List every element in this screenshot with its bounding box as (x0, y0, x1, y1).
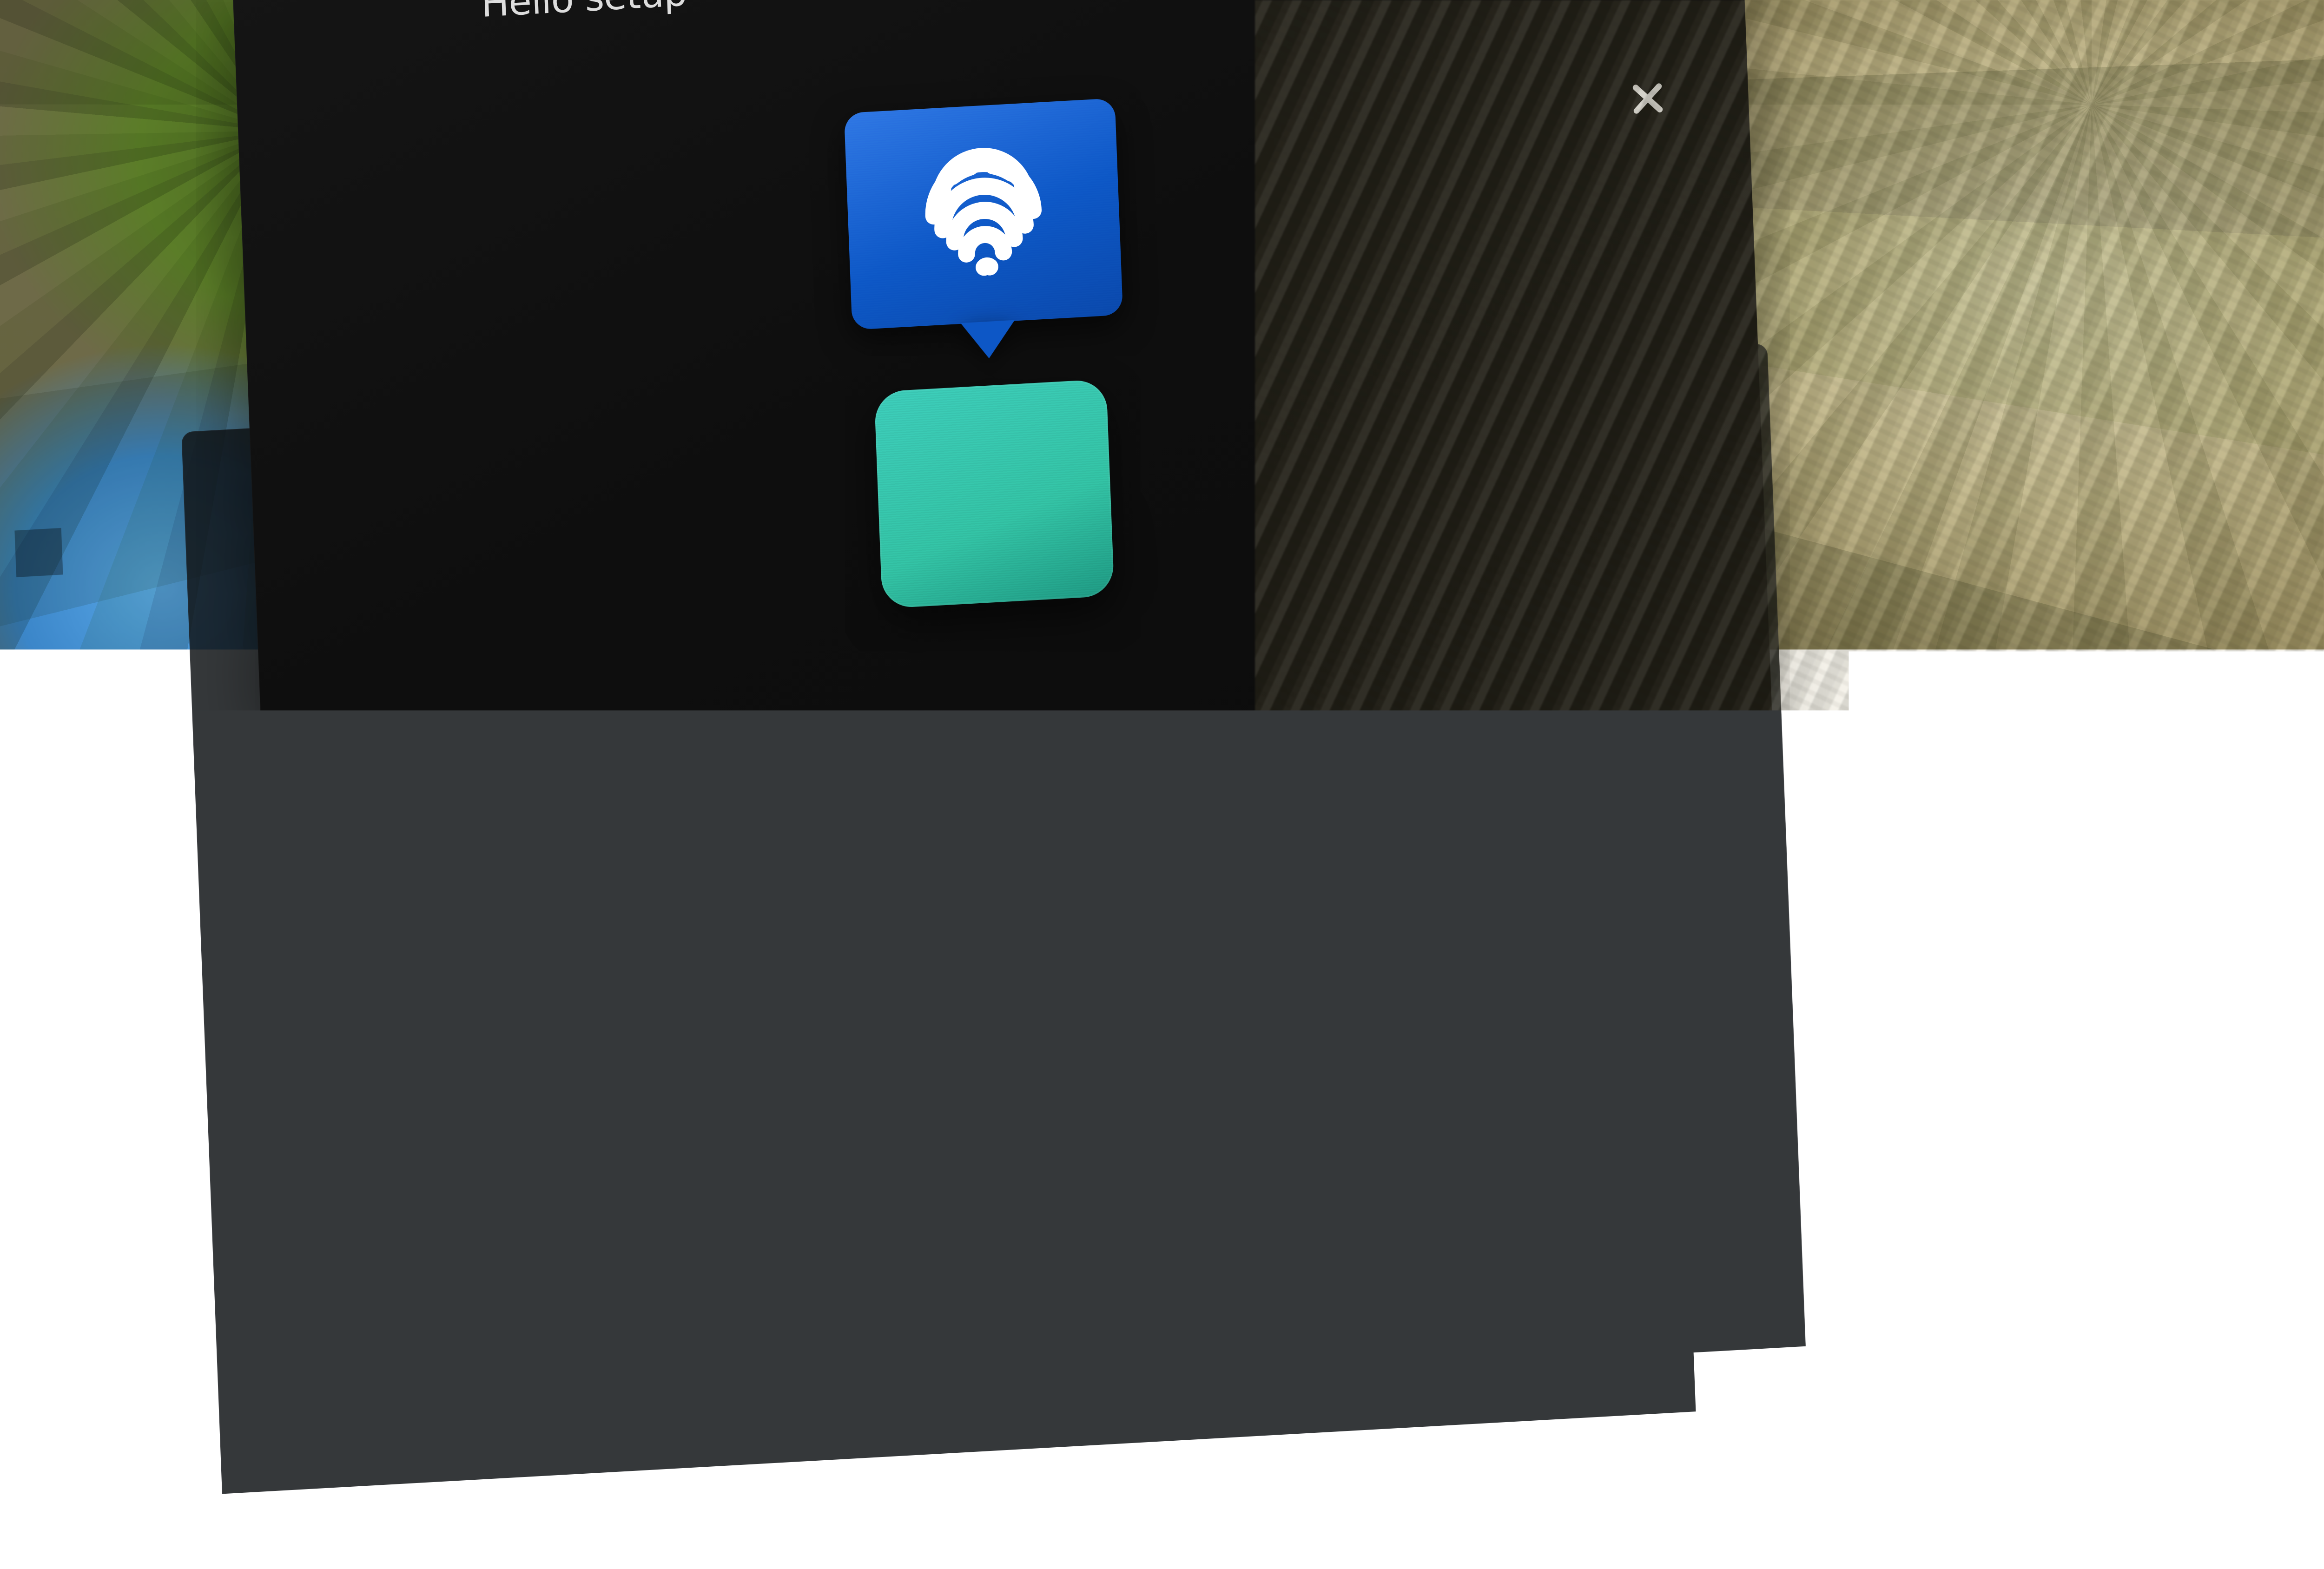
xda-watermark: XDA (2057, 1205, 2308, 1286)
desktop-wallpaper: Hello setup (0, 0, 2324, 1307)
fingerprint-sensor-pad (874, 379, 1115, 608)
fingerprint-illustration (844, 98, 1134, 610)
xda-brand-text: XDA (2167, 1212, 2308, 1279)
fingerprint-icon (895, 123, 1072, 304)
close-icon (1630, 80, 1666, 118)
close-button[interactable] (1616, 66, 1680, 132)
xda-bracket-icon (2057, 1205, 2155, 1286)
chevron-left-icon (25, 537, 53, 567)
dialog-window-title: Hello setup (481, 0, 688, 26)
speech-bubble-tail (961, 320, 1017, 360)
back-button[interactable] (14, 528, 63, 577)
windows-hello-setup-dialog: Hello setup (232, 0, 1797, 1455)
fingerprint-speech-bubble (844, 98, 1123, 330)
instruction-subheading-lead: Repeatedly lift (422, 1058, 746, 1121)
instruction-text: Touch the fingerprint sensor Repeatedly … (418, 898, 1741, 1168)
